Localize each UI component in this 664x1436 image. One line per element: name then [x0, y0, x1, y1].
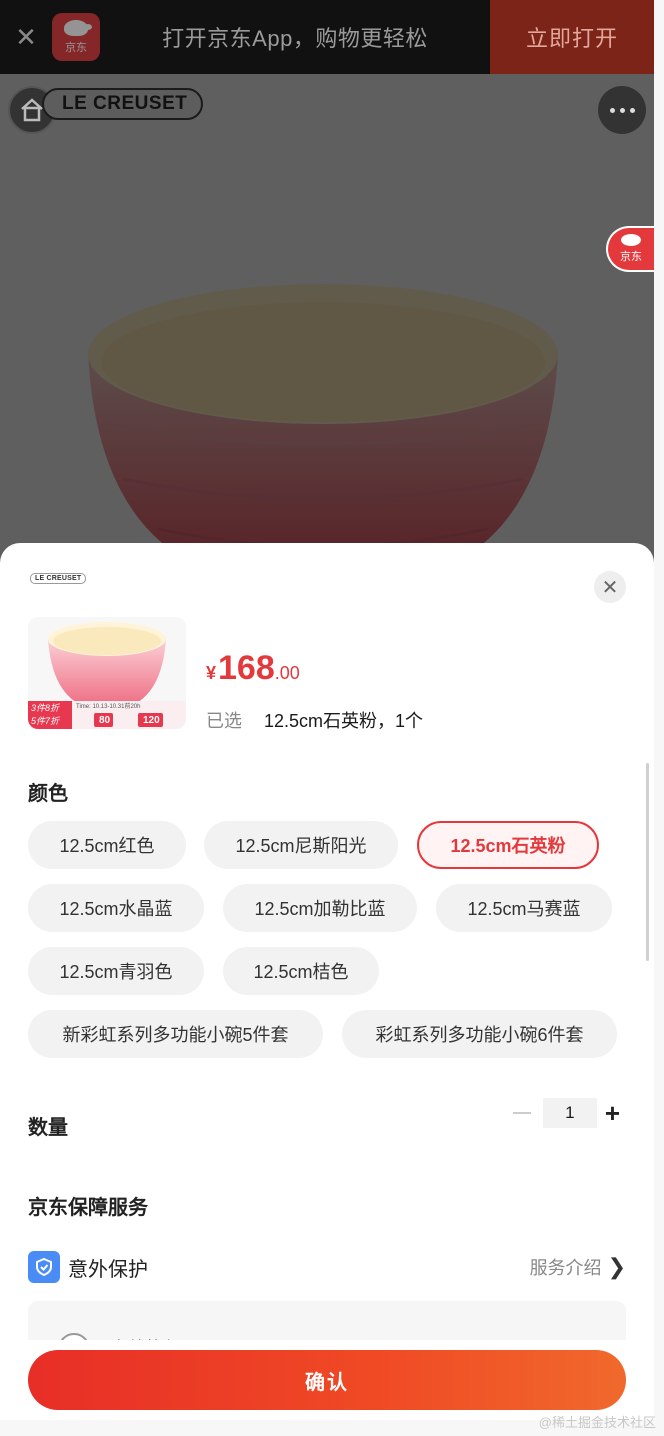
confirm-bar: 确认 — [0, 1340, 654, 1420]
page: ✕ 京东 打开京东App，购物更轻松 立即打开 LE CREUSET 京东 LE… — [0, 0, 654, 1420]
service-name: 意外保护 — [68, 1258, 148, 1281]
color-option-selected[interactable]: 12.5cm石英粉 — [417, 821, 599, 869]
chevron-right-icon[interactable]: ❯ — [608, 1254, 626, 1280]
brand-logo[interactable]: LE CREUSET — [42, 88, 204, 120]
minus-icon[interactable] — [512, 1112, 531, 1114]
color-option[interactable]: 12.5cm青羽色 — [28, 947, 204, 995]
price-integer: 168 — [218, 649, 275, 687]
quantity-input[interactable]: 1 — [542, 1098, 597, 1128]
jd-dog-icon — [64, 19, 92, 36]
selected-value: 12.5cm石英粉，1个 — [264, 711, 424, 731]
sheet-brand-logo: LE CREUSET — [30, 573, 87, 584]
product-thumbnail[interactable]: 3件8折 5件7折 Time: 10.13-10.31前20h 80 120 — [28, 617, 186, 729]
house-icon — [21, 98, 43, 122]
price-decimal: .00 — [274, 663, 300, 683]
color-section-title: 颜色 — [28, 783, 68, 805]
promo-tag-value: 80 — [99, 714, 111, 726]
jd-dog-icon — [621, 234, 641, 246]
color-option[interactable]: 12.5cm红色 — [28, 821, 186, 869]
jd-logo-text: 京东 — [65, 41, 87, 54]
color-option[interactable]: 12.5cm桔色 — [223, 947, 379, 995]
promo-tag: 120 — [138, 713, 163, 727]
jd-float-text: 京东 — [620, 251, 642, 263]
close-icon[interactable]: ✕ — [594, 571, 626, 603]
color-option[interactable]: 12.5cm加勒比蓝 — [223, 884, 417, 932]
shield-check-icon — [36, 1257, 52, 1277]
service-section-title: 京东保障服务 — [28, 1197, 148, 1219]
price-currency: ¥ — [206, 663, 217, 683]
scrollbar[interactable] — [646, 763, 649, 961]
promo-tag-value: 120 — [143, 714, 160, 726]
plus-icon[interactable]: + — [605, 1100, 620, 1126]
selected-label: 已选 — [206, 711, 242, 731]
app-download-banner: ✕ 京东 打开京东App，购物更轻松 立即打开 — [0, 0, 654, 74]
selected-summary: 已选 12.5cm石英粉，1个 — [206, 707, 423, 733]
shield-icon — [28, 1251, 60, 1283]
quantity-stepper: 1 + — [512, 1098, 620, 1128]
more-icon[interactable] — [598, 86, 646, 134]
close-icon[interactable]: ✕ — [0, 0, 52, 74]
color-option[interactable]: 新彩虹系列多功能小碗5件套 — [28, 1010, 323, 1058]
service-row[interactable]: 意外保护 服务介绍 ❯ — [28, 1251, 626, 1283]
price: ¥ 168 .00 — [206, 649, 300, 688]
color-option[interactable]: 12.5cm马赛蓝 — [436, 884, 612, 932]
jd-float-badge[interactable]: 京东 — [606, 226, 654, 272]
promo-time: Time: 10.13-10.31前20h — [76, 704, 141, 710]
banner-text: 打开京东App，购物更轻松 — [162, 26, 428, 51]
promo-discount-badge: 3件8折 5件7折 — [28, 701, 72, 729]
promo-tag: 80 — [94, 713, 114, 727]
color-option[interactable]: 彩虹系列多功能小碗6件套 — [342, 1010, 617, 1058]
quantity-section-title: 数量 — [28, 1117, 68, 1139]
service-intro-link[interactable]: 服务介绍 — [530, 1254, 602, 1280]
promo-line-2: 5件7折 — [31, 716, 60, 726]
promo-line-1: 3件8折 — [31, 703, 60, 713]
watermark: @稀土掘金技术社区 — [538, 1415, 656, 1430]
confirm-button[interactable]: 确认 — [28, 1350, 626, 1410]
color-option[interactable]: 12.5cm尼斯阳光 — [204, 821, 398, 869]
color-option[interactable]: 12.5cm水晶蓝 — [28, 884, 204, 932]
sku-selector-sheet: LE CREUSET ✕ 3件8折 5件7折 Time: 10.13-10.31 — [0, 543, 654, 1420]
open-app-button[interactable]: 立即打开 — [490, 0, 654, 74]
jd-app-logo: 京东 — [52, 13, 100, 61]
